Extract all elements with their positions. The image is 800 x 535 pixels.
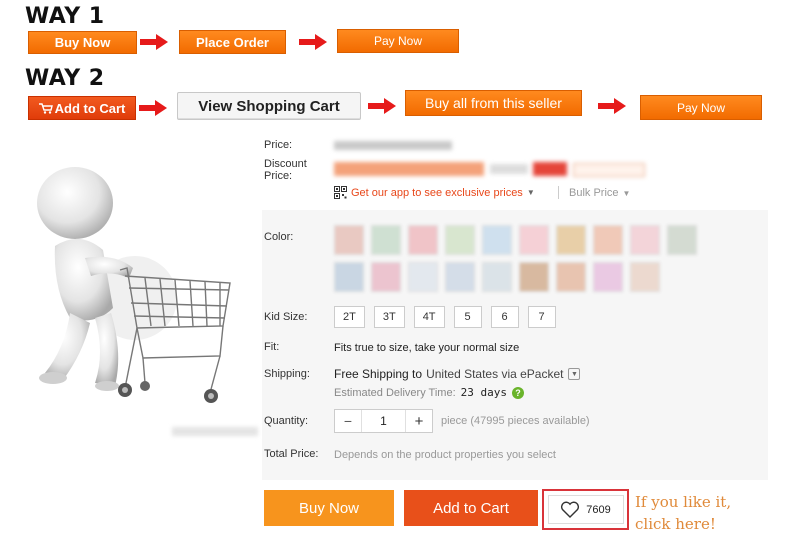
way1-buy-now-button[interactable]: Buy Now [28,31,137,54]
arrow-right-icon [140,34,168,50]
shopping-cart-figure-icon [37,167,231,403]
delivery-label: Estimated Delivery Time: [334,386,456,399]
color-swatch[interactable] [519,225,549,255]
add-to-cart-label: Add to Cart [54,100,126,116]
wishlist-count: 7609 [586,503,611,516]
color-swatch[interactable] [371,262,401,292]
app-prices-text: Get our app to see exclusive prices [351,186,523,199]
color-swatches [334,225,774,292]
color-swatch[interactable] [408,262,438,292]
quantity-label: Quantity: [264,415,309,427]
discount-badge [533,162,567,176]
way1-title: WAY 1 [25,4,105,29]
price-value [334,141,452,150]
total-price-label: Total Price: [264,448,319,460]
shipping-label: Shipping: [264,368,310,380]
blurred-text [172,427,258,436]
color-swatch[interactable] [482,262,512,292]
caret-down-icon: ▼ [526,188,535,197]
add-to-cart-button[interactable]: Add to Cart [404,490,538,526]
quantity-decrease-button[interactable]: − [335,410,362,432]
app-prices-link[interactable]: Get our app to see exclusive prices ▼ [334,186,535,199]
qr-code-icon [334,186,347,199]
fit-label: Fit: [264,341,280,353]
color-swatch[interactable] [445,225,475,255]
caret-down-icon: ▼ [622,188,631,198]
way2-add-to-cart-button[interactable]: Add to Cart [28,96,136,120]
delivery-time: Estimated Delivery Time: 23 days ? [334,386,525,399]
way1-pay-now-button[interactable]: Pay Now [337,29,459,53]
color-swatch[interactable] [593,262,623,292]
color-swatch[interactable] [593,225,623,255]
color-label: Color: [264,231,294,243]
shipping-destination: United States via ePacket [426,367,564,381]
coupon-tag [573,163,645,177]
size-option[interactable]: 2T [334,306,365,328]
kid-size-label: Kid Size: [264,311,308,323]
way1-place-order-button[interactable]: Place Order [179,30,286,54]
divider [558,186,559,199]
quantity-input[interactable]: 1 [362,410,405,432]
pieces-available: piece (47995 pieces available) [441,415,590,427]
shipping-dropdown-icon[interactable]: ▼ [568,368,581,380]
cart-icon [38,102,53,114]
color-swatch[interactable] [371,225,401,255]
buy-all-from-seller-button[interactable]: Buy all from this seller [405,90,582,116]
size-options: 2T 3T 4T 5 6 7 [334,306,556,328]
wishlist-button[interactable]: 7609 [547,495,624,524]
fit-value: Fits true to size, take your normal size [334,342,520,354]
heart-icon [561,501,580,518]
price-label: Price: [264,139,293,151]
size-option[interactable]: 3T [373,306,405,328]
way2-pay-now-button[interactable]: Pay Now [640,95,762,120]
annotation-text: If you like it, click here! [635,493,732,533]
size-option[interactable]: 5 [453,306,482,328]
buy-now-button[interactable]: Buy Now [264,490,394,526]
color-swatch[interactable] [334,262,364,292]
color-swatch[interactable] [630,225,660,255]
arrow-right-icon [598,98,626,114]
quantity-stepper: − 1 + [334,409,433,433]
quantity-increase-button[interactable]: + [405,410,432,432]
size-option[interactable]: 4T [413,306,445,328]
color-swatch[interactable] [667,225,697,255]
color-swatch[interactable] [556,262,586,292]
discount-price-value [334,162,484,176]
wishlist-highlight-box: 7609 [542,489,629,530]
help-icon[interactable]: ? [512,386,525,399]
size-option[interactable]: 6 [490,306,519,328]
color-swatch[interactable] [408,225,438,255]
color-swatch[interactable] [630,262,660,292]
bulk-price-text: Bulk Price [569,187,619,199]
color-swatch[interactable] [334,225,364,255]
arrow-right-icon [368,98,396,114]
bulk-price-dropdown[interactable]: Bulk Price ▼ [569,187,630,199]
delivery-value: 23 days [460,386,508,399]
way2-title: WAY 2 [25,66,105,91]
discount-price-label: Discount Price: [264,158,307,182]
color-swatch[interactable] [445,262,475,292]
total-price-value: Depends on the product properties you se… [334,449,556,461]
view-shopping-cart-button[interactable]: View Shopping Cart [177,92,361,120]
shipping-prefix: Free Shipping to [334,367,423,381]
color-swatch[interactable] [556,225,586,255]
color-swatch[interactable] [482,225,512,255]
arrow-right-icon [139,100,167,116]
shipping-value: Free Shipping to United States via ePack… [334,367,581,381]
arrow-right-icon [299,34,327,50]
discount-note [490,164,528,174]
size-option[interactable]: 7 [527,306,556,328]
color-swatch[interactable] [519,262,549,292]
